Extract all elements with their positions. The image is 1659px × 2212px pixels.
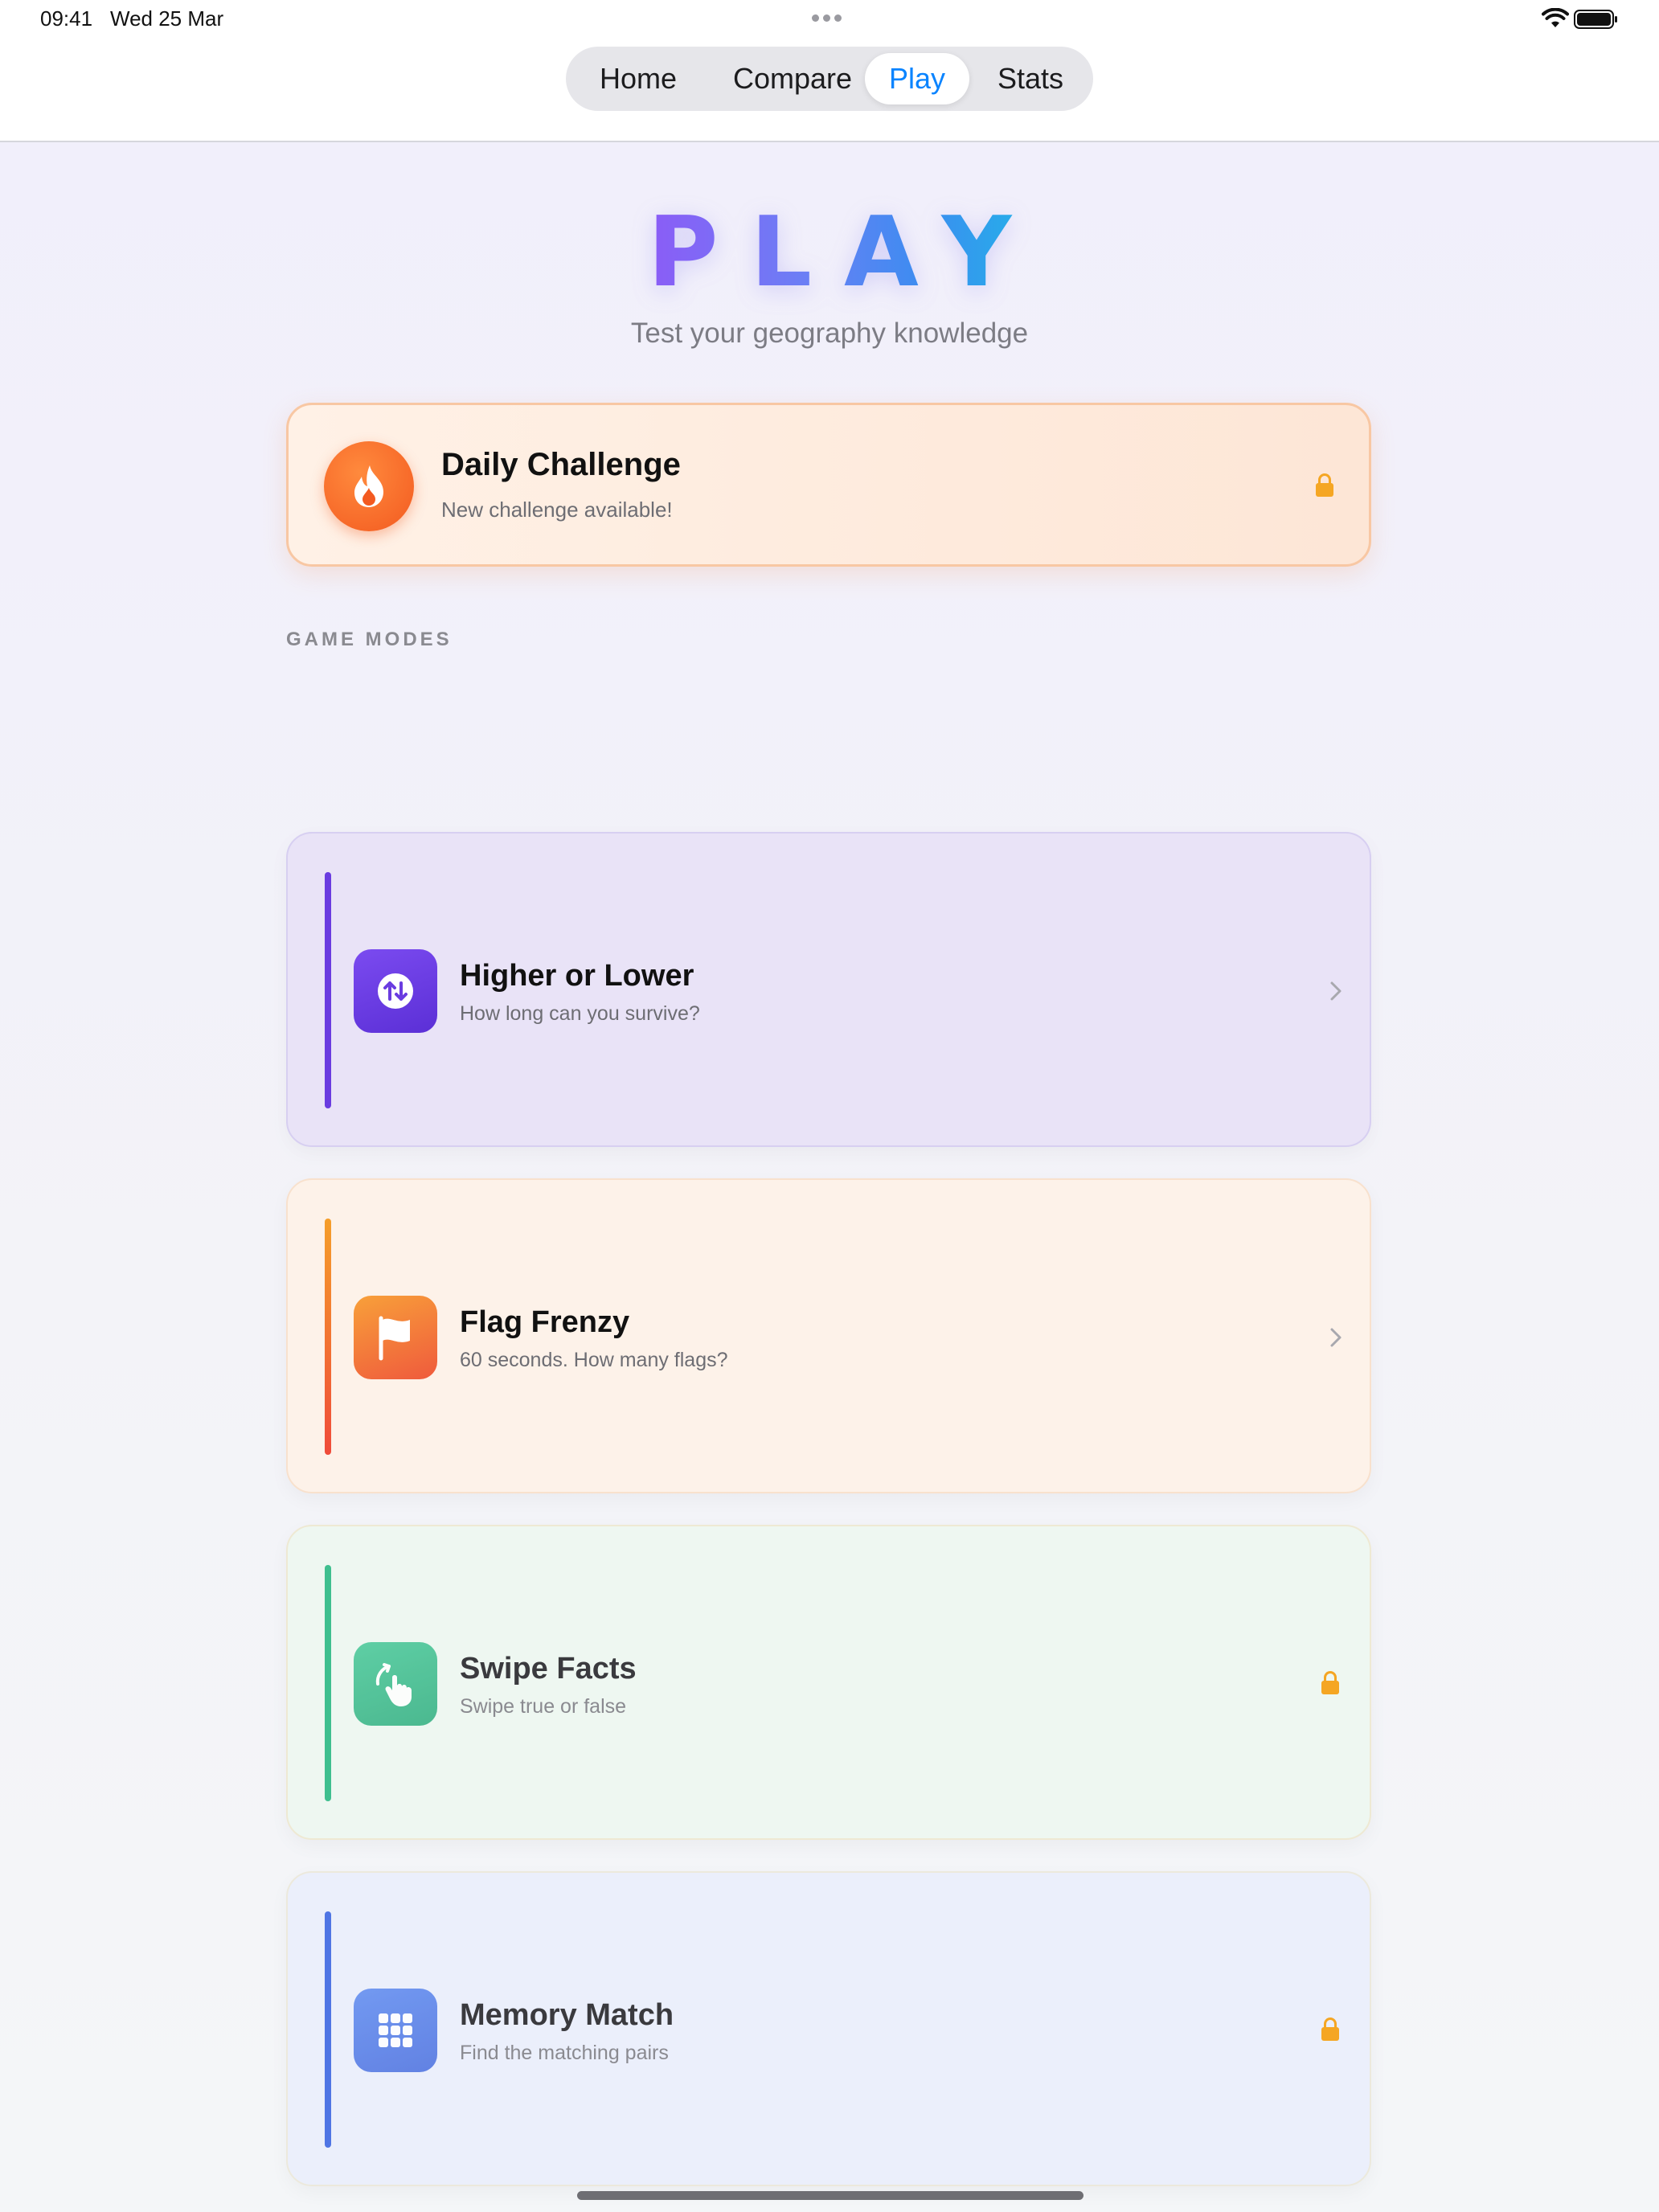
lock-icon xyxy=(1321,1671,1339,1695)
page-title: PLAY xyxy=(0,197,1659,309)
arrows-up-down-icon xyxy=(354,949,437,1033)
tab-stats[interactable]: Stats xyxy=(976,53,1085,104)
tab-switcher: Home Compare Play Stats xyxy=(566,47,1093,111)
multitasking-dots-icon[interactable] xyxy=(812,14,842,22)
tab-home[interactable]: Home xyxy=(574,53,703,104)
lock-icon xyxy=(1316,473,1333,498)
swipe-hand-icon xyxy=(354,1642,437,1726)
flag-icon xyxy=(354,1296,437,1379)
mode-subtitle: 60 seconds. How many flags? xyxy=(460,1349,728,1371)
page-subtitle: Test your geography knowledge xyxy=(630,317,1029,349)
accent-bar xyxy=(325,1911,331,2148)
status-time: 09:41 xyxy=(40,6,93,31)
accent-bar xyxy=(325,1219,331,1455)
game-mode-memory-match[interactable]: Memory Match Find the matching pairs xyxy=(286,1871,1371,2186)
battery-icon xyxy=(1574,10,1617,29)
mode-subtitle: Swipe true or false xyxy=(460,1695,627,1718)
daily-challenge-subtitle: New challenge available! xyxy=(441,498,673,522)
mode-title: Higher or Lower xyxy=(460,959,694,993)
mode-subtitle: How long can you survive? xyxy=(460,1002,700,1025)
game-mode-swipe-facts[interactable]: Swipe Facts Swipe true or false xyxy=(286,1525,1371,1840)
play-screen: PLAY Test your geography knowledge Daily… xyxy=(0,142,1659,2212)
grid-icon xyxy=(354,1989,437,2072)
accent-bar xyxy=(325,872,331,1108)
chevron-right-icon xyxy=(1330,1328,1342,1347)
wifi-icon xyxy=(1542,8,1569,27)
tab-compare[interactable]: Compare xyxy=(711,53,875,104)
mode-subtitle: Find the matching pairs xyxy=(460,2042,669,2064)
daily-challenge-title: Daily Challenge xyxy=(441,447,681,482)
daily-challenge-card[interactable]: Daily Challenge New challenge available! xyxy=(286,403,1371,567)
chevron-right-icon xyxy=(1330,981,1342,1001)
status-date: Wed 25 Mar xyxy=(110,6,224,31)
status-bar: 09:41 Wed 25 Mar xyxy=(0,0,1659,39)
mode-title: Memory Match xyxy=(460,1998,674,2032)
game-mode-flag-frenzy[interactable]: Flag Frenzy 60 seconds. How many flags? xyxy=(286,1178,1371,1493)
flame-icon xyxy=(324,441,414,531)
page-title-text: PLAY xyxy=(647,197,1044,309)
lock-icon xyxy=(1321,2017,1339,2042)
section-label-game-modes: GAME MODES xyxy=(286,629,453,650)
accent-bar xyxy=(325,1565,331,1801)
game-mode-higher-or-lower[interactable]: Higher or Lower How long can you survive… xyxy=(286,832,1371,1147)
mode-title: Swipe Facts xyxy=(460,1652,637,1686)
tab-play[interactable]: Play xyxy=(865,53,969,104)
mode-title: Flag Frenzy xyxy=(460,1305,630,1339)
home-indicator[interactable] xyxy=(577,2191,1083,2200)
